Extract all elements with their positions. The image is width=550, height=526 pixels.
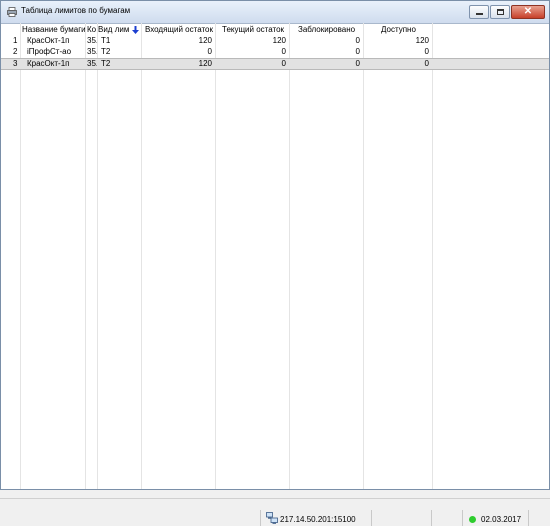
cell-current: 0 xyxy=(281,59,286,68)
cell-limit-type: T1 xyxy=(101,36,111,45)
connection-status-icon xyxy=(469,516,476,523)
cell-current: 0 xyxy=(281,47,286,56)
grid-line xyxy=(363,23,364,489)
cell-incoming: 120 xyxy=(198,59,212,68)
status-date: 02.03.2017 xyxy=(481,515,522,524)
grid-line xyxy=(20,23,21,489)
cell-code: 35. xyxy=(87,47,97,56)
status-separator xyxy=(462,510,463,526)
status-separator xyxy=(528,510,529,526)
status-separator xyxy=(260,510,261,526)
status-divider xyxy=(0,498,550,499)
cell-available: 120 xyxy=(415,36,429,45)
cell-available: 0 xyxy=(424,47,429,56)
cell-limit-type: T2 xyxy=(101,47,111,56)
window-title: Таблица лимитов по бумагам xyxy=(21,6,131,15)
maximize-icon xyxy=(497,9,504,15)
status-separator xyxy=(371,510,372,526)
grid-line xyxy=(85,23,86,489)
grid-line xyxy=(432,23,433,489)
sort-desc-arrow-icon[interactable] xyxy=(132,26,139,34)
title-bar[interactable]: Таблица лимитов по бумагам ✕ xyxy=(1,1,549,24)
row-number: 1 xyxy=(13,36,18,45)
grid-line xyxy=(141,23,142,489)
limits-table-window: Таблица лимитов по бумагам ✕ Название бу… xyxy=(0,0,550,490)
row-number: 2 xyxy=(13,47,18,56)
cell-blocked: 0 xyxy=(355,47,360,56)
grid-line xyxy=(97,23,98,489)
cell-blocked: 0 xyxy=(355,59,360,68)
cell-available: 0 xyxy=(424,59,429,68)
status-separator xyxy=(431,510,432,526)
cell-limit-type: T2 xyxy=(101,59,111,68)
cell-incoming: 0 xyxy=(207,47,212,56)
close-button[interactable]: ✕ xyxy=(511,5,545,19)
cell-current: 120 xyxy=(272,36,286,45)
grid-line xyxy=(215,23,216,489)
minimize-icon xyxy=(476,13,483,15)
maximize-button[interactable] xyxy=(490,5,510,19)
cell-name: КрасОкт-1п xyxy=(27,36,70,45)
status-bar: 217.14.50.201:15100 02.03.2017 xyxy=(0,490,550,526)
cell-name: КрасОкт-1п xyxy=(27,59,70,68)
table-row-selected[interactable]: 3 КрасОкт-1п 35. T2 120 0 0 0 xyxy=(1,58,549,70)
cell-code: 35. xyxy=(87,36,97,45)
close-icon: ✕ xyxy=(523,6,533,17)
limits-grid[interactable]: Название бумаги Ко Вид лим Входящий оста… xyxy=(1,23,549,489)
cell-incoming: 120 xyxy=(198,36,212,45)
table-row[interactable]: 1 КрасОкт-1п 35. T1 120 120 0 120 xyxy=(1,36,549,46)
grid-line xyxy=(289,23,290,489)
cell-name: iПрофСт-ао xyxy=(27,47,72,56)
row-number: 3 xyxy=(13,59,18,68)
printer-icon xyxy=(7,7,17,17)
cell-code: 35. xyxy=(87,59,97,68)
minimize-button[interactable] xyxy=(469,5,489,19)
table-row[interactable]: 2 iПрофСт-ао 35. T2 0 0 0 0 xyxy=(1,47,549,57)
network-computers-icon xyxy=(266,512,278,524)
server-address: 217.14.50.201:15100 xyxy=(280,515,356,524)
cell-blocked: 0 xyxy=(355,36,360,45)
